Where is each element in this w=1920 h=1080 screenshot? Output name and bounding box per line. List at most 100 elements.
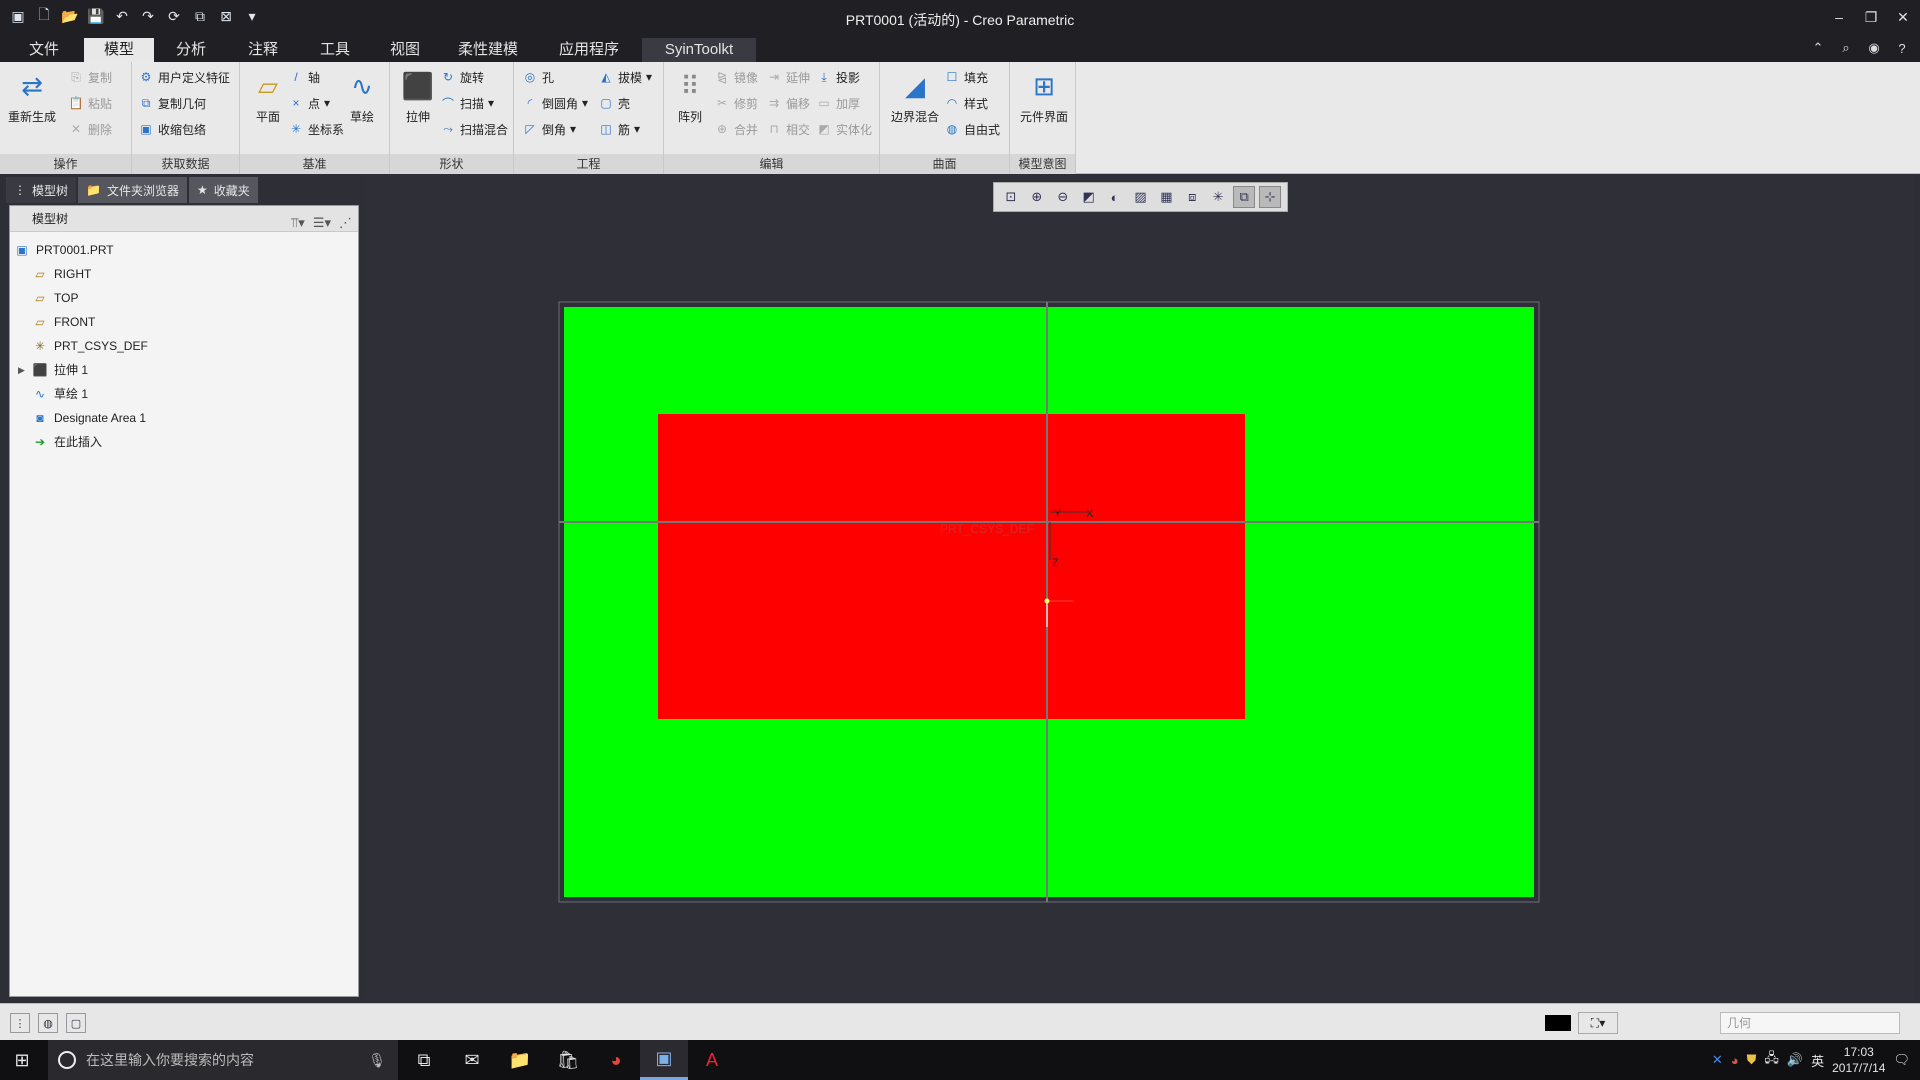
tray-app-icon[interactable]: ✕ <box>1712 1052 1723 1068</box>
tree-item-right[interactable]: ▱ RIGHT <box>10 262 358 286</box>
file-explorer-icon[interactable]: 📁 <box>496 1040 544 1080</box>
point-button[interactable]: × 点 ▾ <box>288 92 330 114</box>
tab-flexible-modeling[interactable]: 柔性建模 <box>440 38 536 62</box>
windows-start-icon[interactable]: ⊞ <box>12 1050 32 1070</box>
group-label-engineering[interactable]: 工程 <box>514 154 663 174</box>
creo-app-icon[interactable]: ▣ <box>640 1040 688 1080</box>
tab-annotate[interactable]: 注释 <box>228 38 298 62</box>
extend-button[interactable]: ⇥ 延伸 <box>766 66 810 88</box>
shell-button[interactable]: ▢ 壳 <box>598 92 630 114</box>
tree-item-insert-here[interactable]: ➔ 在此插入 <box>10 430 358 454</box>
saved-orientations-icon[interactable]: ▨ <box>1129 186 1151 208</box>
paste-button[interactable]: 📋 粘贴 <box>68 92 113 114</box>
group-label-model-intent[interactable]: 模型意图 <box>1010 154 1075 174</box>
toggle-fullscreen-icon[interactable]: ▢ <box>66 1013 86 1033</box>
chrome-icon[interactable]: ◕ <box>592 1040 640 1080</box>
selection-filter-select[interactable]: 几何 <box>1720 1012 1900 1034</box>
chamfer-button[interactable]: ◸ 倒角 ▾ <box>522 118 576 140</box>
maximize-icon[interactable]: ❐ <box>1860 6 1882 28</box>
refit-icon[interactable]: ⊡ <box>1000 186 1022 208</box>
minimize-ribbon-icon[interactable]: ⌃ <box>1808 38 1828 58</box>
minimize-icon[interactable]: – <box>1828 6 1850 28</box>
zoom-in-icon[interactable]: ⊕ <box>1026 186 1048 208</box>
group-label-shapes[interactable]: 形状 <box>390 154 513 174</box>
mirror-button[interactable]: ⧎ 镜像 <box>714 66 758 88</box>
sketch-button[interactable]: ∿ 草绘 <box>336 66 388 142</box>
merge-button[interactable]: ⊕ 合并 <box>714 118 758 140</box>
microphone-icon[interactable]: 🎙 <box>368 1052 386 1069</box>
tree-columns-icon[interactable]: ⋰ <box>339 210 352 236</box>
tree-item-front[interactable]: ▱ FRONT <box>10 310 358 334</box>
tab-model-tree[interactable]: ⋮ 模型树 <box>6 177 77 203</box>
tree-filter-icon[interactable]: ⫪▾ <box>291 210 305 236</box>
tab-syintoolkit[interactable]: SyinToolkt <box>642 38 756 62</box>
annotation-display-icon[interactable]: ⧉ <box>1233 186 1256 208</box>
toggle-browser-icon[interactable]: ◍ <box>38 1013 58 1033</box>
tab-tools[interactable]: 工具 <box>300 38 370 62</box>
repaint-icon[interactable]: ◩ <box>1078 186 1100 208</box>
tab-applications[interactable]: 应用程序 <box>538 38 640 62</box>
hole-button[interactable]: ◎ 孔 <box>522 66 554 88</box>
graphics-window[interactable]: Y X Z PRT_CSYS_DEF <box>364 175 1914 1000</box>
round-button[interactable]: ◜ 倒圆角 ▾ <box>522 92 588 114</box>
store-icon[interactable]: 🛍 <box>544 1040 592 1080</box>
copy-geometry-button[interactable]: ⧉ 复制几何 <box>138 92 206 114</box>
tray-security-icon[interactable]: ⛊ <box>1747 1052 1757 1068</box>
close-icon[interactable]: ✕ <box>1892 6 1914 28</box>
component-interface-button[interactable]: ⊞ 元件界面 <box>1016 66 1072 142</box>
tree-item-sketch[interactable]: ∿ 草绘 1 <box>10 382 358 406</box>
notification-icon[interactable]: 🗨 <box>1893 1052 1910 1068</box>
tree-item-part[interactable]: ▣ PRT0001.PRT <box>10 238 358 262</box>
tree-item-extrude[interactable]: ▶ ⬛ 拉伸 1 <box>10 358 358 382</box>
find-button[interactable]: ⛶ ▾ <box>1578 1012 1618 1034</box>
ime-indicator[interactable]: 英 <box>1811 1051 1824 1070</box>
mail-icon[interactable]: ✉ <box>448 1040 496 1080</box>
freestyle-button[interactable]: ◍ 自由式 <box>944 118 1000 140</box>
help-icon[interactable]: ? <box>1892 38 1912 58</box>
tray-browser-icon[interactable]: ◕ <box>1731 1053 1739 1068</box>
style-button[interactable]: ◠ 样式 <box>944 92 988 114</box>
draft-button[interactable]: ◭ 拔模 ▾ <box>598 66 652 88</box>
display-style-icon[interactable]: ◐ <box>1104 186 1126 208</box>
revolve-button[interactable]: ↻ 旋转 <box>440 66 484 88</box>
zoom-out-icon[interactable]: ⊖ <box>1052 186 1074 208</box>
boundary-blend-button[interactable]: ◢ 边界混合 <box>886 66 944 142</box>
volume-icon[interactable]: 🔊 <box>1787 1052 1803 1068</box>
group-label-editing[interactable]: 编辑 <box>664 154 879 174</box>
tab-folder-browser[interactable]: 📁 文件夹浏览器 <box>78 177 187 203</box>
acrobat-icon[interactable]: A <box>688 1040 736 1080</box>
tab-file[interactable]: 文件 <box>6 38 82 62</box>
color-swatch[interactable] <box>1545 1015 1571 1031</box>
delete-button[interactable]: ✕ 删除 <box>68 118 112 140</box>
group-label-surfaces[interactable]: 曲面 <box>880 154 1009 174</box>
axis-button[interactable]: / 轴 <box>288 66 320 88</box>
tree-item-csys[interactable]: ✳ PRT_CSYS_DEF <box>10 334 358 358</box>
network-icon[interactable]: 🖧 <box>1764 1049 1779 1071</box>
tab-favorites[interactable]: ★ 收藏夹 <box>188 177 258 203</box>
tab-model[interactable]: 模型 <box>84 38 154 62</box>
intersect-button[interactable]: ⊓ 相交 <box>766 118 810 140</box>
group-label-datum[interactable]: 基准 <box>240 154 389 174</box>
regenerate-button[interactable]: ⇄ 重新生成 <box>6 66 58 142</box>
inner-region[interactable] <box>658 414 1245 719</box>
extrude-button[interactable]: ⬛ 拉伸 <box>392 66 444 142</box>
plane-button[interactable]: ▱ 平面 <box>242 66 294 142</box>
perspective-icon[interactable]: ⧈ <box>1181 186 1203 208</box>
group-label-operations[interactable]: 操作 <box>0 154 131 174</box>
taskbar-search-input[interactable]: 在这里输入你要搜索的内容 🎙 <box>48 1040 398 1080</box>
thicken-button[interactable]: ▭ 加厚 <box>816 92 860 114</box>
group-label-get-data[interactable]: 获取数据 <box>132 154 239 174</box>
spin-center-icon[interactable]: ⊹ <box>1259 186 1282 208</box>
tree-item-designate-area[interactable]: ◙ Designate Area 1 <box>10 406 358 430</box>
project-button[interactable]: ⤓ 投影 <box>816 66 860 88</box>
model-view[interactable]: Y X Z PRT_CSYS_DEF <box>364 175 1914 1000</box>
toggle-navigator-icon[interactable]: ⋮ <box>10 1013 30 1033</box>
solidify-button[interactable]: ◩ 实体化 <box>816 118 872 140</box>
tab-view[interactable]: 视图 <box>372 38 438 62</box>
community-icon[interactable]: ◉ <box>1864 38 1884 58</box>
offset-button[interactable]: ⇉ 偏移 <box>766 92 810 114</box>
search-icon[interactable]: ⌕ <box>1836 38 1856 58</box>
expand-arrow-icon[interactable]: ▶ <box>18 358 28 382</box>
pattern-button[interactable]: ⠿ 阵列 <box>664 66 716 142</box>
tree-settings-icon[interactable]: ☰▾ <box>313 210 331 236</box>
